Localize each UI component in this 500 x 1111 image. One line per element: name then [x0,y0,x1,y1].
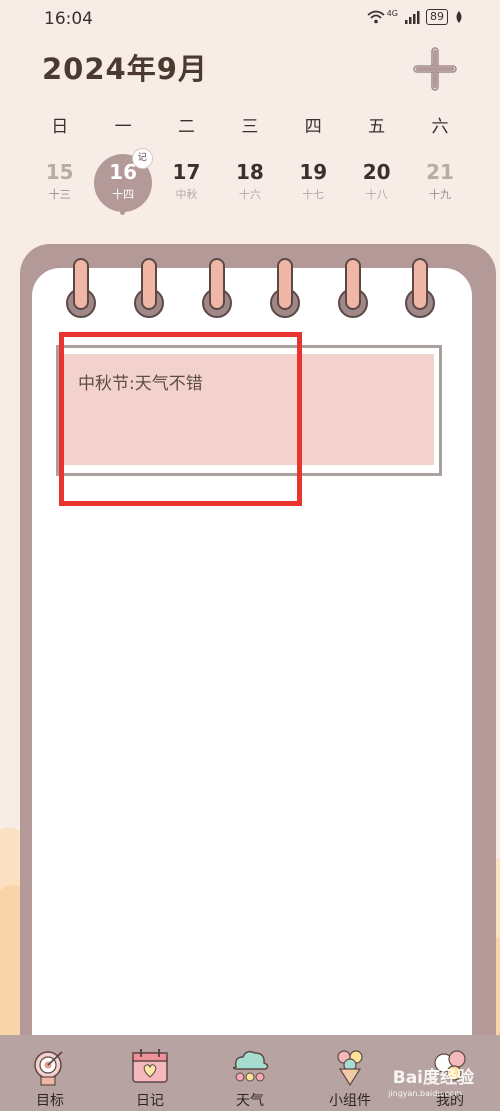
weekday-mon: 一 [114,117,132,137]
notebook-ring [73,258,89,310]
date-cell-16-selected[interactable]: 记 16 十四 [91,148,154,215]
notebook-ring [277,258,293,310]
weekday-wed: 三 [241,117,259,137]
date-cell-20[interactable]: 20 十八 [345,150,408,214]
date-lunar: 十八 [365,188,388,201]
tab-weather[interactable]: 天气 [200,1035,300,1111]
date-lunar: 十七 [302,188,325,201]
date-cell-18[interactable]: 18 十六 [218,150,281,214]
weekday-row: 日 一 二 三 四 五 六 [28,112,472,137]
leaf-icon [456,11,462,23]
dates-row: 15 十三 记 16 十四 17 中秋 18 十六 19 十七 20 十八 21… [28,148,472,215]
month-title[interactable]: 2024年9月 [42,46,208,88]
target-icon [34,1051,63,1086]
date-cell-15[interactable]: 15 十三 [28,150,91,214]
weekday-thu: 四 [304,117,322,137]
wifi-icon [367,10,385,24]
status-bar: 16:04 4G 89 [0,0,500,36]
weather-icon [232,1050,269,1082]
date-cell-17[interactable]: 17 中秋 [155,150,218,214]
widget-icon [337,1050,363,1087]
notebook-ring [345,258,361,310]
watermark-url: jingyan.baidu.com [388,1089,462,1098]
diary-icon [132,1049,168,1083]
tab-label: 日记 [136,1093,164,1109]
date-lunar: 十四 [112,188,135,201]
date-number: 17 [172,160,201,184]
network-label: 4G [386,8,398,18]
weekday-sat: 六 [431,117,449,137]
diary-badge: 记 [131,148,153,169]
date-number: 21 [426,160,454,184]
date-cell-19[interactable]: 19 十七 [282,150,345,214]
signal-icon [405,11,420,24]
plus-icon [413,47,457,91]
date-number: 18 [235,160,264,184]
add-entry-button[interactable] [410,44,460,94]
date-number: 19 [299,160,328,184]
weekday-fri: 五 [368,117,386,137]
weekday-tue: 二 [177,117,195,137]
date-cell-21[interactable]: 21 十九 [408,150,471,214]
date-number: 20 [362,160,391,184]
date-lunar: 十六 [238,188,261,201]
tab-target[interactable]: 目标 [0,1035,100,1111]
highlight-annotation-box [59,332,302,506]
tab-label: 天气 [236,1093,264,1109]
date-lunar: 十三 [48,188,71,201]
date-number: 15 [45,160,74,184]
notebook-ring [209,258,225,310]
tab-label: 目标 [36,1093,64,1109]
tab-widgets[interactable]: 小组件 [300,1035,400,1111]
status-time: 16:04 [44,9,93,29]
status-icons: 4G 89 [367,9,464,25]
date-lunar: 十九 [429,188,452,201]
watermark-text: Bai度经验 [392,1068,474,1088]
battery-icon: 89 [426,9,448,25]
weekday-sun: 日 [51,117,69,137]
notebook-ring [141,258,157,310]
date-lunar: 中秋 [175,188,198,201]
tab-diary[interactable]: 日记 [100,1035,200,1111]
tab-label: 小组件 [329,1093,371,1109]
notebook-ring [412,258,428,310]
